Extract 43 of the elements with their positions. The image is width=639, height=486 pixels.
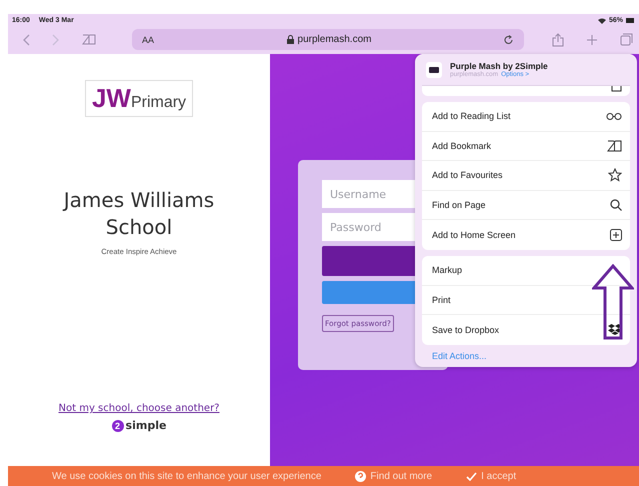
dropbox-icon <box>608 324 622 336</box>
add-square-icon <box>610 229 622 242</box>
action-label: Markup <box>432 265 462 276</box>
share-action[interactable]: Save to Dropbox <box>422 315 630 345</box>
action-label: Add Bookmark <box>432 140 492 151</box>
url-text: purplemash.com <box>298 34 372 46</box>
app-title: Purple Mash by 2Simple <box>450 61 548 71</box>
action-label: Save to Dropbox <box>432 324 500 335</box>
lock-icon <box>286 35 294 44</box>
address-bar[interactable]: AA purplemash.com <box>132 29 524 50</box>
change-school-link[interactable]: Not my school, choose another? <box>58 403 220 414</box>
book-icon <box>607 140 622 152</box>
share-icon[interactable] <box>552 32 564 47</box>
back-icon[interactable] <box>22 34 30 46</box>
app-icon <box>426 62 442 78</box>
school-logo: JWPrimary <box>84 80 194 117</box>
share-action[interactable]: Add Bookmark <box>422 132 630 162</box>
tabs-icon[interactable] <box>620 33 633 46</box>
share-action[interactable]: Add to Reading List <box>422 102 630 132</box>
help-icon <box>355 470 366 482</box>
copy-icon <box>611 86 622 92</box>
check-icon <box>466 472 478 480</box>
action-label: Print <box>432 294 451 305</box>
action-label: Add to Favourites <box>432 170 503 180</box>
text-size-control[interactable]: AA <box>142 34 154 45</box>
brand-name: simple <box>126 419 166 432</box>
wifi-icon <box>598 18 606 24</box>
brand-logo-mark: 2 <box>112 420 124 432</box>
share-action[interactable]: Find on Page <box>422 190 630 220</box>
share-action[interactable]: Print <box>422 286 630 316</box>
cookie-message: We use cookies on this site to enhance your user experience <box>52 470 322 482</box>
reload-icon[interactable] <box>504 34 514 45</box>
battery-icon <box>626 18 635 24</box>
search-icon <box>610 199 622 212</box>
action-label: Add to Reading List <box>432 111 511 122</box>
share-action[interactable]: Markup <box>422 256 630 286</box>
forward-icon[interactable] <box>52 34 60 46</box>
school-name: James Williams School <box>62 187 216 241</box>
share-action[interactable]: Add to Favourites <box>422 161 630 191</box>
glasses-icon <box>606 112 622 120</box>
book-icon[interactable] <box>82 34 96 46</box>
star-icon <box>608 168 622 182</box>
plus-icon[interactable] <box>586 34 598 46</box>
